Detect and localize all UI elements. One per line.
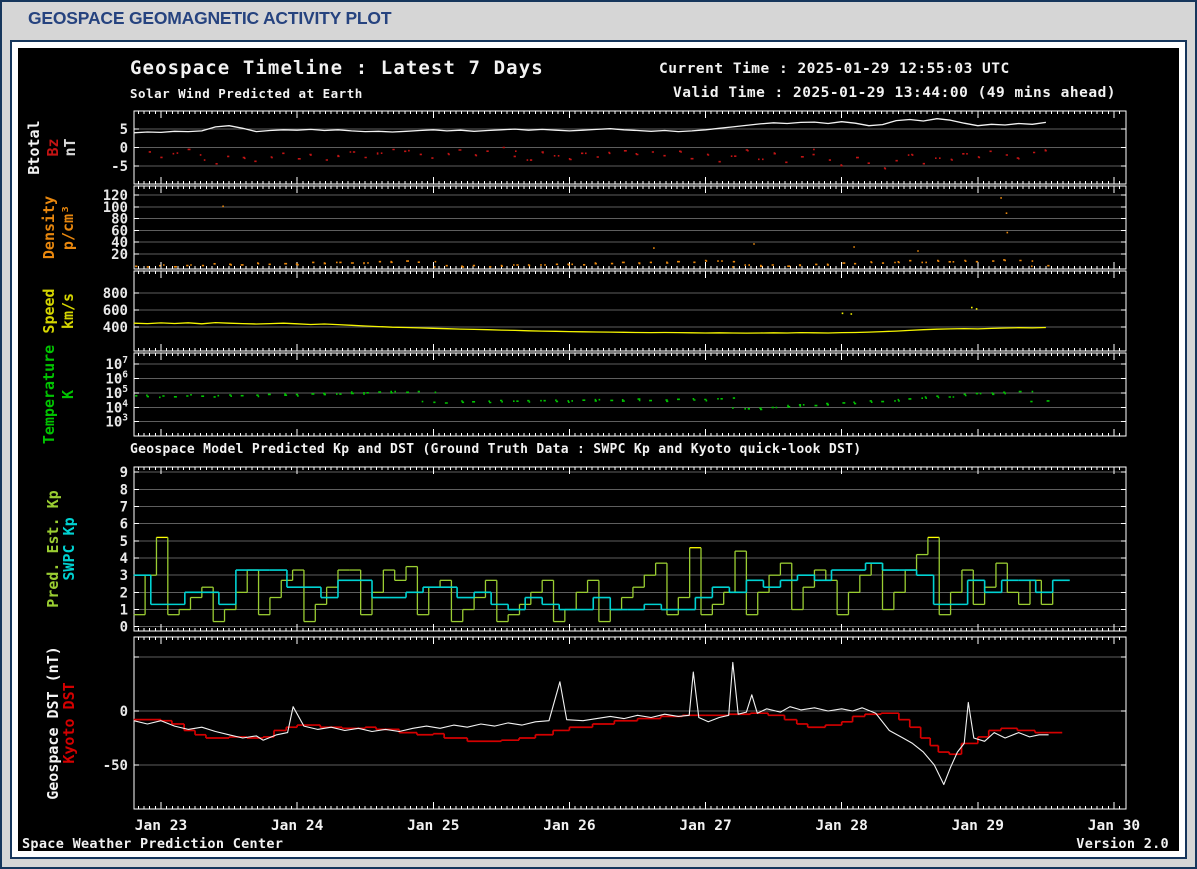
xtick-label: Jan 29 (952, 818, 1004, 834)
panel-kp: 9876543210Pred. Est. KpSWPC Kp (44, 465, 1127, 636)
plot-canvas: Geospace Timeline : Latest 7 Days Curren… (18, 48, 1179, 852)
axis-label-dst-1: Kyoto DST (60, 682, 78, 763)
axis-label-kp-1: SWPC Kp (60, 517, 78, 580)
xtick-label: Jan 25 (407, 818, 459, 834)
ytick-imf: -5 (111, 159, 128, 175)
footer-source: Space Weather Prediction Center (22, 836, 284, 852)
axis-label-imf-2: nT (61, 138, 79, 156)
ytick-speed: 800 (103, 286, 128, 302)
ytick-kp: 0 (120, 620, 128, 636)
page-title: GEOSPACE GEOMAGNETIC ACTIVITY PLOT (28, 8, 392, 28)
xtick-label: Jan 30 (1088, 818, 1140, 834)
axis-label-imf-1: Bz (44, 138, 62, 156)
ytick-speed: 400 (103, 320, 128, 336)
panel-density: 12010080604020Density p/cm³ (40, 185, 1127, 270)
series-btotal (133, 118, 1046, 134)
ytick-temperature: 103 (105, 413, 128, 431)
axis-label-speed-1: km/s (59, 293, 77, 329)
ytick-kp: 6 (120, 517, 128, 533)
ytick-kp: 1 (120, 603, 128, 619)
ytick-kp: 3 (120, 568, 128, 584)
panel-speed: 800600400 Speed km/s (40, 270, 1127, 352)
footer-version: Version 2.0 (1076, 836, 1169, 852)
plot-frame: Geospace Timeline : Latest 7 Days Curren… (10, 40, 1187, 859)
series-pred-est-kp (133, 536, 1065, 623)
series-swpc-kp (133, 562, 1070, 611)
axis-label-temperature-0: Temperature (40, 345, 58, 444)
panel-temperature: 107106105104103Temperature K (40, 345, 1127, 444)
ytick-kp: 5 (120, 534, 128, 550)
xtick-label: Jan 23 (135, 818, 187, 834)
ytick-density: 20 (111, 247, 128, 263)
ytick-kp: 9 (120, 465, 128, 481)
series-density-outliers (222, 197, 1009, 252)
series-speed-outliers (841, 306, 978, 315)
series-kyoto-dst (133, 712, 1063, 756)
axis-label-density-0: Density (40, 196, 58, 259)
ytick-kp: 8 (120, 482, 128, 498)
ytick-imf: 5 (120, 122, 128, 138)
ytick-kp: 7 (120, 499, 128, 515)
axis-label-temperature-1: K (59, 390, 77, 399)
ytick-dst: 0 (120, 704, 128, 720)
panel-dst: 0-50Geospace DST (nT)Kyoto DST (44, 636, 1127, 810)
ytick-kp: 2 (120, 585, 128, 601)
panel-imf: 5 0 -5 Btotal Bz nT (25, 110, 1127, 185)
ytick-imf: 0 (120, 141, 128, 157)
axis-label-imf-0: Btotal (25, 120, 43, 174)
ytick-dst: -50 (103, 758, 128, 774)
series-speed (133, 321, 1046, 334)
xtick-label: Jan 24 (271, 818, 324, 834)
ytick-kp: 4 (120, 551, 128, 567)
geospace-activity-page: GEOSPACE GEOMAGNETIC ACTIVITY PLOT Geosp… (0, 0, 1197, 869)
axis-label-density-1: p/cm³ (59, 205, 77, 250)
xtick-label: Jan 27 (679, 818, 731, 834)
timeline-chart-svg: 50-5Btotal Bz nT12010080604020Density p/cm³… (25, 110, 1140, 834)
series-geospace-dst (133, 661, 1049, 786)
axis-label-speed-0: Speed (40, 288, 58, 333)
ytick-speed: 600 (103, 303, 128, 319)
xtick-label: Jan 26 (543, 818, 595, 834)
xtick-label: Jan 28 (816, 818, 868, 834)
